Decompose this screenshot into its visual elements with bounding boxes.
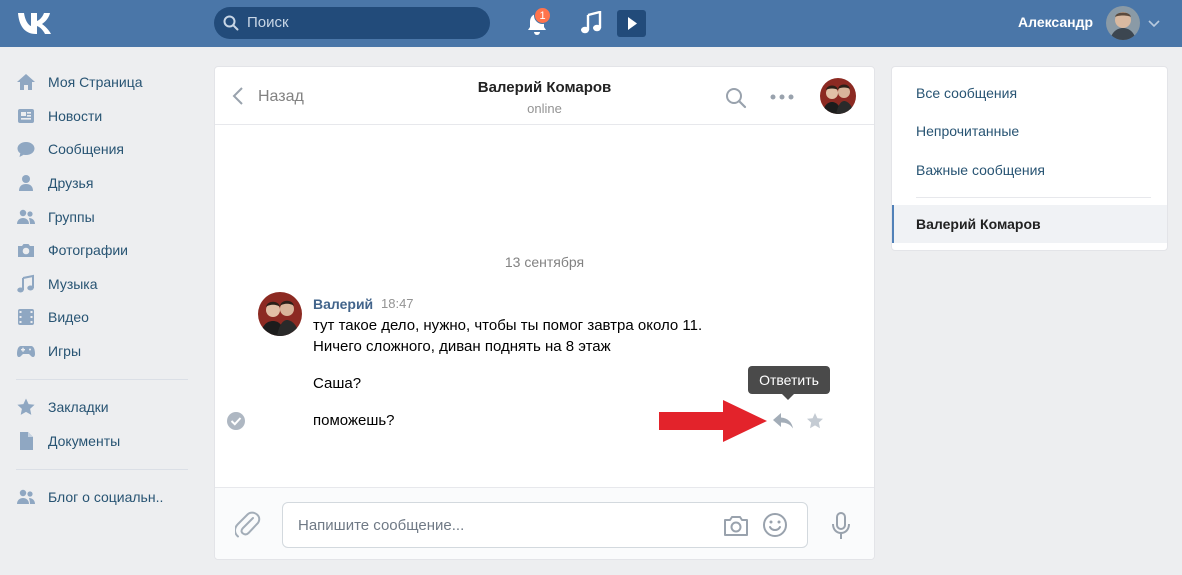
camera-icon bbox=[18, 244, 34, 257]
nav-item-my-page[interactable]: Моя Страница bbox=[0, 66, 200, 96]
search-box[interactable]: Поиск bbox=[214, 7, 490, 39]
smile-icon[interactable] bbox=[762, 512, 788, 538]
header-username[interactable]: Александр bbox=[1018, 14, 1093, 30]
tooltip-tail bbox=[782, 394, 794, 400]
message-text: Ничего сложного, диван поднять на 8 этаж bbox=[313, 338, 611, 355]
filter-divider bbox=[916, 197, 1151, 198]
message-input-placeholder: Напишите сообщение... bbox=[298, 517, 465, 534]
nav-item-games[interactable]: Игры bbox=[0, 335, 200, 365]
nav-item-label: Моя Страница bbox=[48, 74, 143, 90]
vk-logo-icon[interactable] bbox=[16, 10, 56, 36]
notification-badge: 1 bbox=[534, 7, 551, 24]
filter-important[interactable]: Важные сообщения bbox=[916, 162, 1045, 178]
message-input[interactable]: Напишите сообщение... bbox=[282, 502, 808, 548]
nav-item-label: Документы bbox=[48, 433, 121, 449]
nav-item-photos[interactable]: Фотографии bbox=[0, 234, 200, 264]
nav-divider bbox=[16, 469, 188, 470]
video-icon bbox=[18, 309, 34, 325]
nav-item-documents[interactable]: Документы bbox=[0, 425, 200, 455]
music-icon bbox=[17, 274, 34, 293]
group-icon bbox=[17, 489, 35, 504]
nav-item-label: Друзья bbox=[48, 175, 94, 191]
nav-item-news[interactable]: Новости bbox=[0, 100, 200, 130]
search-placeholder: Поиск bbox=[247, 14, 289, 31]
nav-item-label: Закладки bbox=[48, 399, 109, 415]
nav-item-label: Фотографии bbox=[48, 242, 129, 258]
date-separator: 13 сентября bbox=[504, 254, 585, 270]
red-arrow-annotation-icon bbox=[659, 400, 767, 442]
nav-item-label: Игры bbox=[48, 343, 82, 359]
nav-item-blog[interactable]: Блог о социальн.. bbox=[0, 481, 200, 511]
star-icon[interactable] bbox=[805, 411, 825, 431]
groups-icon bbox=[17, 209, 35, 224]
nav-item-label: Сообщения bbox=[48, 141, 124, 157]
news-icon bbox=[18, 109, 34, 123]
compose-area: Напишите сообщение... bbox=[215, 487, 874, 559]
search-icon bbox=[223, 15, 239, 31]
nav-item-bookmarks[interactable]: Закладки bbox=[0, 391, 200, 421]
nav-item-label: Музыка bbox=[48, 276, 98, 292]
document-icon bbox=[20, 432, 33, 450]
nav-item-video[interactable]: Видео bbox=[0, 301, 200, 331]
star-icon bbox=[17, 398, 35, 415]
chevron-down-icon[interactable] bbox=[1148, 18, 1160, 28]
filter-all-messages[interactable]: Все сообщения bbox=[916, 85, 1017, 101]
peer-avatar[interactable] bbox=[820, 78, 856, 114]
friends-icon bbox=[19, 175, 33, 191]
nav-divider bbox=[16, 379, 188, 380]
nav-item-label: Видео bbox=[48, 309, 89, 325]
message-text: поможешь? bbox=[313, 412, 395, 429]
messages-icon bbox=[17, 142, 35, 157]
read-check-icon[interactable] bbox=[226, 411, 246, 431]
music-icon[interactable] bbox=[580, 11, 602, 35]
search-icon[interactable] bbox=[725, 87, 747, 109]
nav-item-label: Блог о социальн.. bbox=[48, 489, 164, 505]
message-author[interactable]: Валерий bbox=[313, 296, 373, 312]
nav-item-messages[interactable]: Сообщения bbox=[0, 133, 200, 163]
messages-filter-panel: Все сообщения Непрочитанные Важные сообщ… bbox=[891, 66, 1168, 251]
filter-unread[interactable]: Непрочитанные bbox=[916, 123, 1019, 139]
games-icon bbox=[17, 346, 35, 358]
nav-item-groups[interactable]: Группы bbox=[0, 201, 200, 231]
active-conversation-label: Валерий Комаров bbox=[916, 216, 1041, 232]
home-icon bbox=[17, 74, 35, 90]
nav-item-friends[interactable]: Друзья bbox=[0, 167, 200, 197]
nav-item-music[interactable]: Музыка bbox=[0, 268, 200, 298]
microphone-icon[interactable] bbox=[830, 511, 852, 541]
message-author-avatar[interactable] bbox=[258, 292, 302, 336]
message-text: Саша? bbox=[313, 375, 362, 392]
message-text: тут такое дело, нужно, чтобы ты помог за… bbox=[313, 317, 703, 334]
nav-item-label: Новости bbox=[48, 108, 103, 124]
peer-status: online bbox=[527, 101, 562, 116]
camera-icon[interactable] bbox=[722, 514, 750, 538]
top-header: Поиск 1 Александр bbox=[0, 0, 1182, 47]
chat-panel: Назад Валерий Комаров online 13 сентября bbox=[214, 66, 875, 560]
reply-icon[interactable] bbox=[772, 412, 794, 430]
message-time[interactable]: 18:47 bbox=[381, 296, 414, 311]
reply-tooltip: Ответить bbox=[748, 366, 830, 394]
nav-item-label: Группы bbox=[48, 209, 95, 225]
user-avatar[interactable] bbox=[1106, 6, 1140, 40]
active-conversation[interactable]: Валерий Комаров bbox=[892, 205, 1167, 243]
video-play-icon[interactable] bbox=[617, 10, 646, 37]
paperclip-icon[interactable] bbox=[235, 511, 261, 539]
more-icon[interactable] bbox=[769, 93, 795, 101]
chat-header: Назад Валерий Комаров online bbox=[215, 67, 874, 125]
